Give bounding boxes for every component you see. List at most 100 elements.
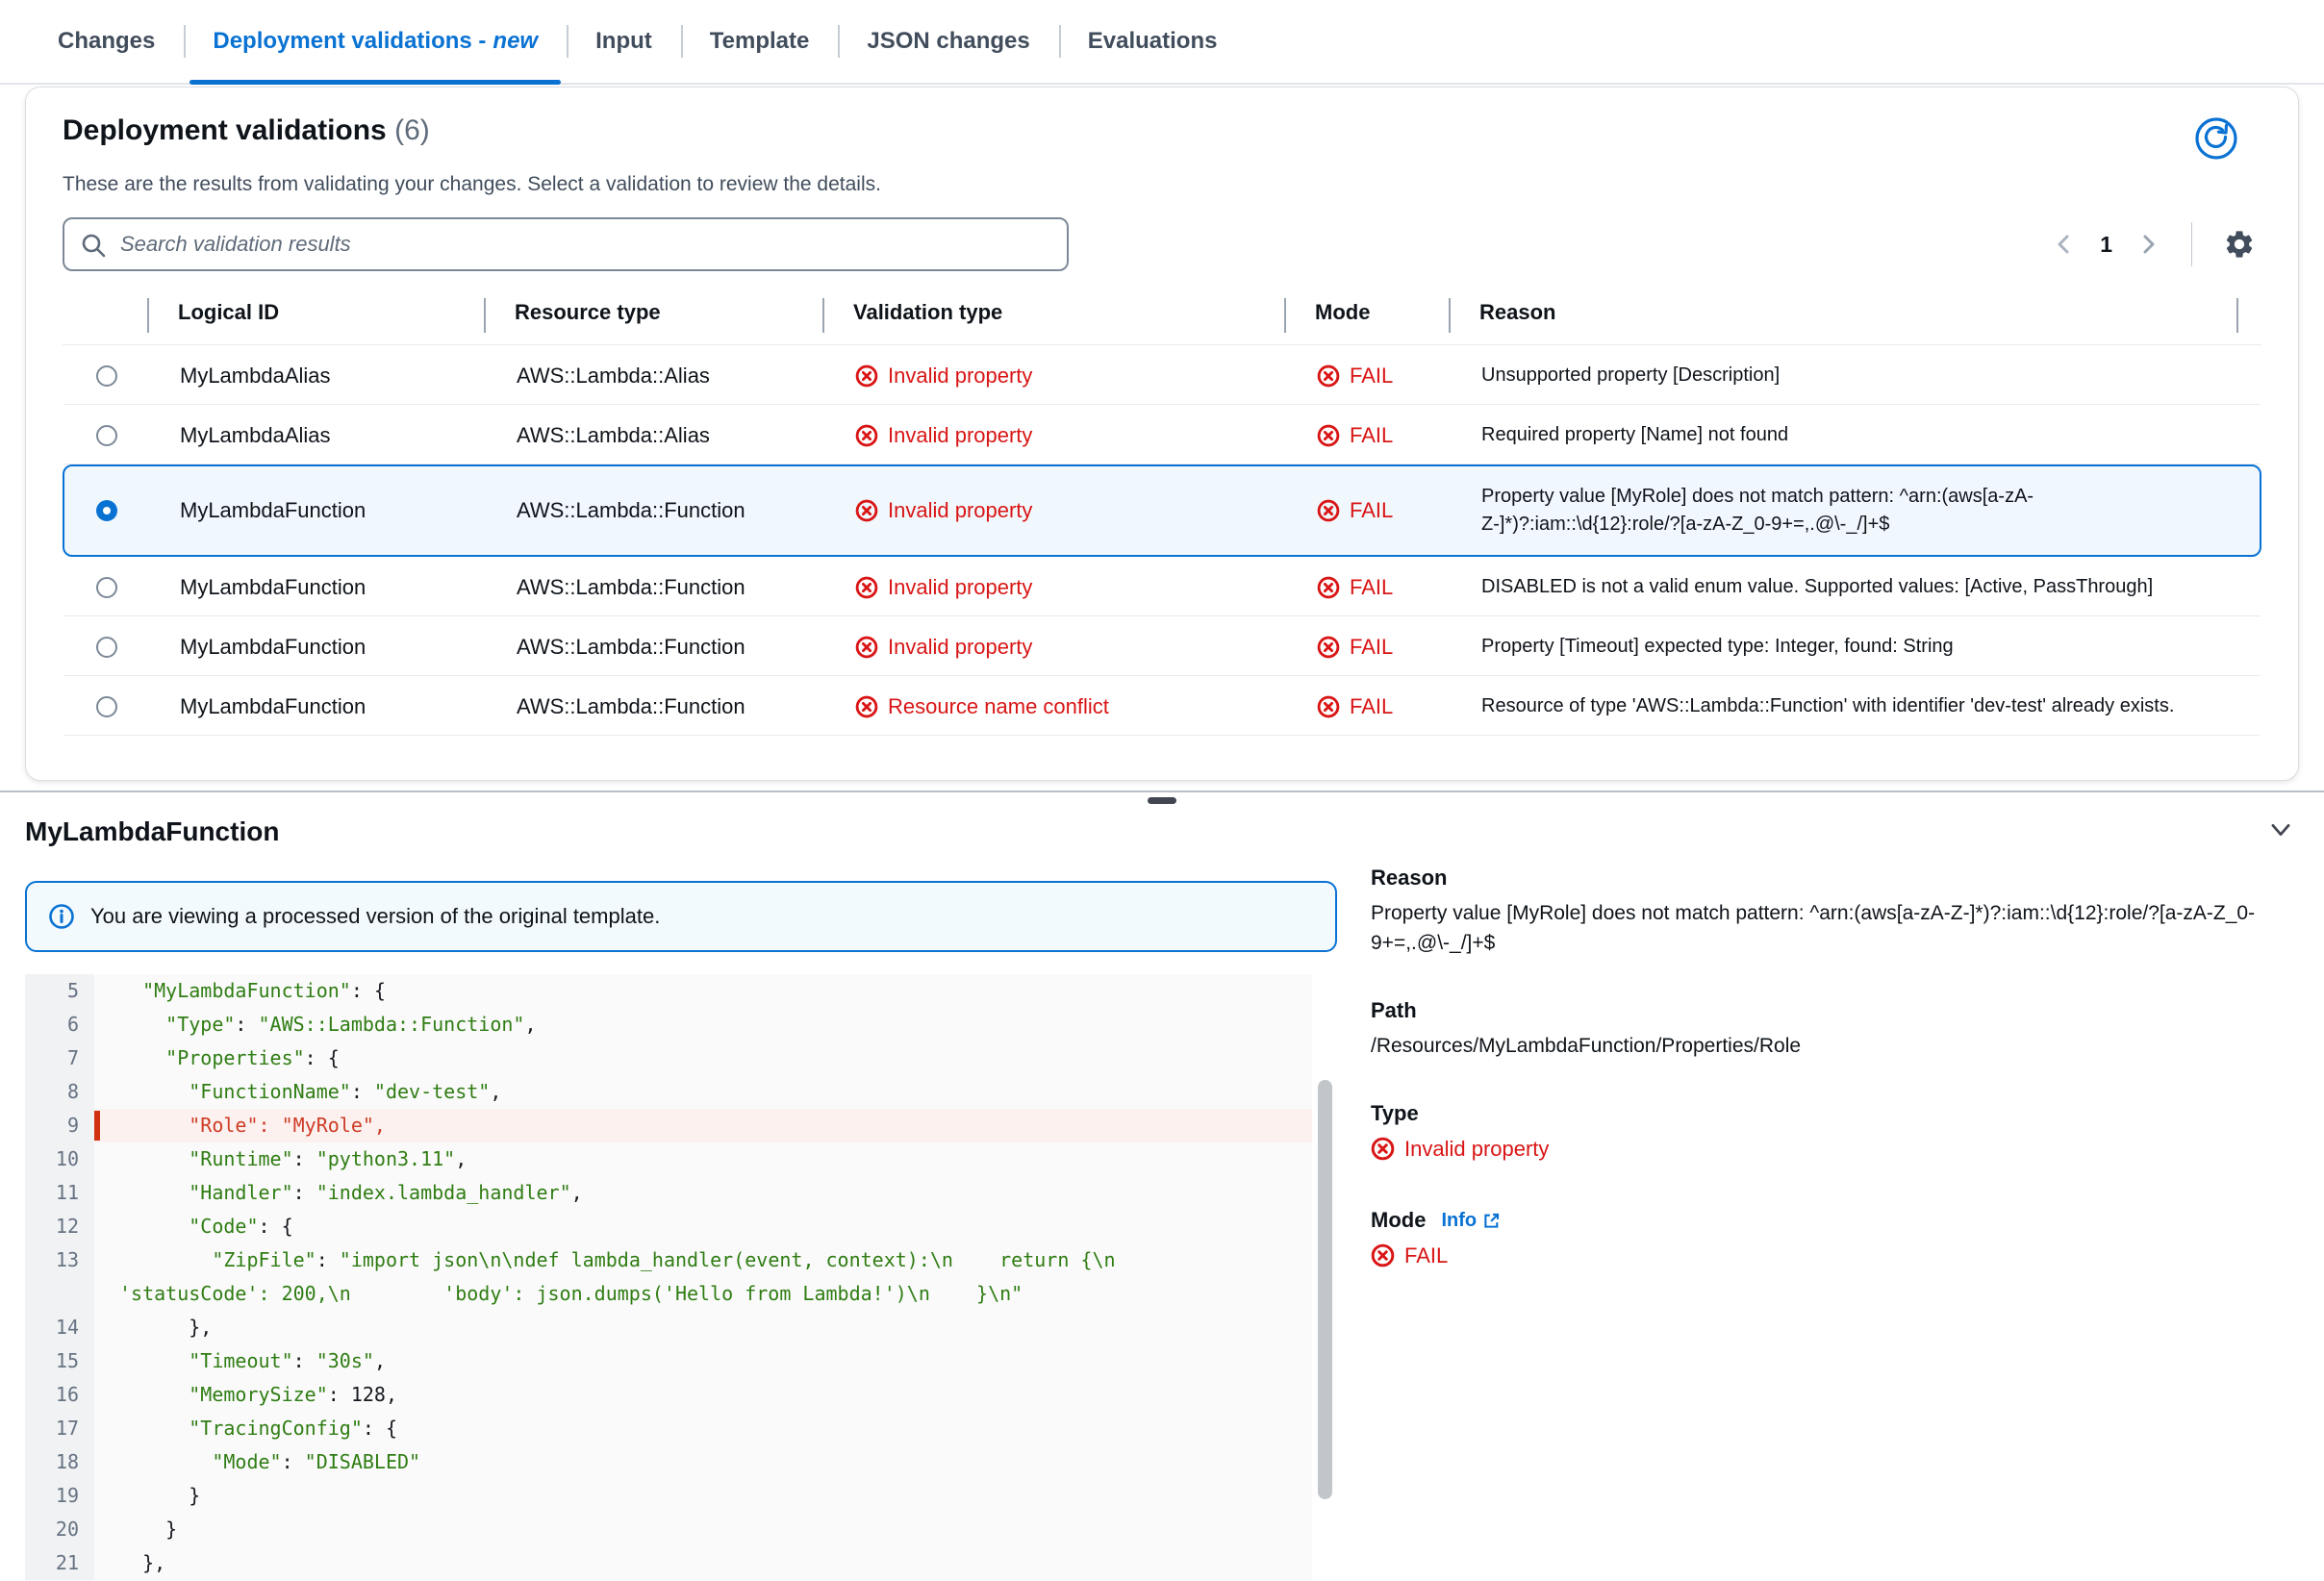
reason-value: Property value [MyRole] does not match p…	[1371, 898, 2295, 958]
tab-input[interactable]: Input	[567, 0, 681, 83]
line-number: 8	[25, 1075, 94, 1109]
resource-type-cell: AWS::Lambda::Alias	[486, 364, 824, 389]
search-input[interactable]	[63, 217, 1069, 271]
error-icon	[1317, 424, 1340, 447]
code-line: 18 "Mode": "DISABLED"	[25, 1445, 1337, 1479]
mode-label: Mode	[1371, 1208, 1426, 1233]
logical-id-cell: MyLambdaAlias	[149, 364, 486, 389]
code-line: 14 },	[25, 1311, 1337, 1344]
validation-detail-section: Reason Property value [MyRole] does not …	[1371, 866, 2295, 1581]
refresh-icon	[2194, 116, 2238, 161]
chevron-left-icon	[2052, 232, 2077, 257]
line-number: 6	[25, 1008, 94, 1041]
validation-type-status: Invalid property	[855, 364, 1286, 389]
detail-split-panel: MyLambdaFunction You are viewing a proce…	[0, 804, 2324, 1581]
type-label: Type	[1371, 1101, 2295, 1126]
info-icon	[48, 903, 75, 930]
row-radio-button[interactable]	[96, 637, 117, 658]
logical-id-cell: MyLambdaFunction	[149, 498, 486, 523]
resource-type-cell: AWS::Lambda::Function	[486, 575, 824, 600]
row-radio-button[interactable]	[96, 577, 117, 598]
previous-page-button[interactable]	[2052, 232, 2077, 257]
code-line: 20 }	[25, 1513, 1337, 1546]
table-row[interactable]: MyLambdaAliasAWS::Lambda::Alias Invalid p…	[63, 345, 2261, 405]
code-line: 16 "MemorySize": 128,	[25, 1378, 1337, 1412]
validation-type-status: Invalid property	[855, 575, 1286, 600]
line-number: 18	[25, 1445, 94, 1479]
line-number: 10	[25, 1142, 94, 1176]
tab-changes[interactable]: Changes	[29, 0, 184, 83]
validation-type-status: Invalid property	[855, 423, 1286, 448]
row-radio-button[interactable]	[96, 500, 117, 521]
tab-template[interactable]: Template	[681, 0, 839, 83]
tab-evaluations[interactable]: Evaluations	[1059, 0, 1247, 83]
code-line: 13 "ZipFile": "import json\n\ndef lambda…	[25, 1243, 1337, 1277]
mode-status: FAIL	[1317, 498, 1451, 523]
collapse-panel-button[interactable]	[2266, 816, 2295, 847]
error-icon	[855, 636, 878, 659]
logical-id-cell: MyLambdaFunction	[149, 575, 486, 600]
detail-panel-title: MyLambdaFunction	[25, 816, 2266, 847]
search-icon	[80, 232, 107, 264]
column-header-validation-type: Validation type	[822, 296, 1284, 344]
error-icon	[855, 499, 878, 522]
column-header-resource-type: Resource type	[484, 296, 822, 344]
error-icon	[855, 424, 878, 447]
code-line: 5 "MyLambdaFunction": {	[25, 974, 1337, 1008]
tab-json-changes[interactable]: JSON changes	[838, 0, 1058, 83]
table-row[interactable]: MyLambdaFunctionAWS::Lambda::FunctionInv…	[63, 616, 2261, 676]
code-line: 15 "Timeout": "30s",	[25, 1344, 1337, 1378]
path-label: Path	[1371, 998, 2295, 1023]
chevron-down-icon	[2266, 816, 2295, 844]
validation-type-status: Invalid property	[855, 635, 1286, 660]
line-number: 9	[25, 1109, 94, 1142]
pagination-divider	[2191, 222, 2192, 266]
reason-cell: Property value [MyRole] does not match p…	[1451, 483, 2260, 539]
next-page-button[interactable]	[2135, 232, 2160, 257]
code-line: 21 },	[25, 1546, 1337, 1580]
line-number: 20	[25, 1513, 94, 1546]
code-line: 'statusCode': 200,\n 'body': json.dumps(…	[25, 1277, 1337, 1311]
column-header-reason: Reason	[1449, 296, 2261, 344]
panel-description: These are the results from validating yo…	[63, 173, 2261, 196]
error-icon	[1317, 364, 1340, 388]
template-code-editor[interactable]: 5 "MyLambdaFunction": {6 "Type": "AWS::L…	[25, 974, 1337, 1581]
mode-value: FAIL	[1404, 1241, 1448, 1270]
row-radio-button[interactable]	[96, 696, 117, 717]
validation-type-status: Invalid property	[855, 498, 1286, 523]
line-number: 16	[25, 1378, 94, 1412]
logical-id-cell: MyLambdaFunction	[149, 635, 486, 660]
processed-template-info-banner: You are viewing a processed version of t…	[25, 881, 1337, 952]
editor-scrollbar-track	[1312, 974, 1337, 1581]
table-header: Logical IDResource typeValidation typeMo…	[63, 296, 2261, 345]
deployment-validations-panel: Deployment validations (6) These are the…	[25, 87, 2299, 781]
error-icon	[1317, 636, 1340, 659]
table-row[interactable]: MyLambdaFunctionAWS::Lambda::Function Inv…	[63, 557, 2261, 616]
row-radio-button[interactable]	[96, 365, 117, 387]
line-number: 7	[25, 1041, 94, 1075]
table-row[interactable]: MyLambdaFunctionAWS::Lambda::FunctionRes…	[63, 676, 2261, 736]
preferences-button[interactable]	[2223, 228, 2256, 261]
reason-cell: Required property [Name] not found	[1451, 421, 2260, 449]
resource-type-cell: AWS::Lambda::Function	[486, 498, 824, 523]
line-number: 17	[25, 1412, 94, 1445]
code-line: 8 "FunctionName": "dev-test",	[25, 1075, 1337, 1109]
line-number: 19	[25, 1479, 94, 1513]
pagination: 1	[2052, 222, 2256, 266]
reason-cell: DISABLED is not a valid enum value. Supp…	[1451, 573, 2260, 601]
mode-info-link[interactable]: Info	[1441, 1210, 1501, 1232]
reason-cell: Unsupported property [Description]	[1451, 362, 2260, 389]
table-row[interactable]: MyLambdaAliasAWS::Lambda::AliasInvalid p…	[63, 405, 2261, 464]
tab-bar: ChangesDeployment validations - newInput…	[0, 0, 2324, 85]
row-radio-button[interactable]	[96, 425, 117, 446]
reason-cell: Resource of type 'AWS::Lambda::Function'…	[1451, 692, 2260, 720]
tab-deployment-validations-new[interactable]: Deployment validations - new	[184, 0, 567, 83]
refresh-button[interactable]	[2194, 116, 2238, 163]
split-panel-drag-handle[interactable]	[1148, 797, 1176, 804]
search-box	[63, 217, 1069, 271]
reason-cell: Property [Timeout] expected type: Intege…	[1451, 633, 2260, 661]
validation-type-status: Resource name conflict	[855, 694, 1286, 719]
editor-scrollbar-thumb[interactable]	[1318, 1080, 1332, 1499]
mode-status: FAIL	[1317, 694, 1451, 719]
table-row[interactable]: MyLambdaFunctionAWS::Lambda::Function Inv…	[63, 464, 2261, 557]
